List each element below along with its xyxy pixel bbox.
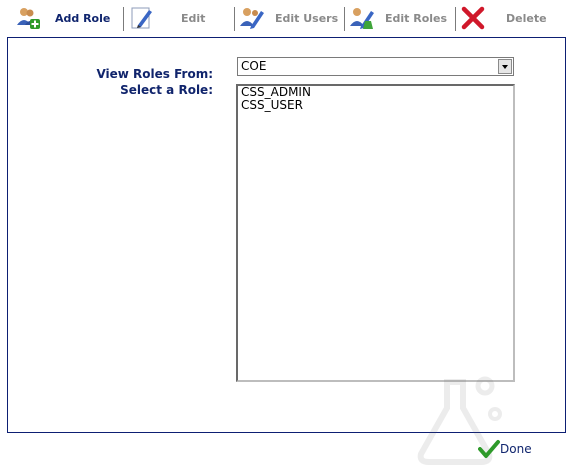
add-role-button[interactable]: Add Role (15, 0, 110, 36)
edit-roles-icon (350, 8, 374, 29)
role-panel: View Roles From: Select a Role: COE CSS_… (7, 37, 566, 433)
add-role-label: Add Role (55, 11, 111, 25)
edit-roles-label: Edit Roles (385, 11, 448, 25)
edit-roles-button[interactable]: Edit Roles (349, 0, 447, 36)
toolbar-separator (234, 7, 235, 31)
edit-label: Edit (181, 11, 206, 25)
edit-users-icon (240, 8, 264, 29)
delete-label: Delete (506, 11, 547, 25)
add-user-icon (17, 8, 40, 29)
checkmark-icon (478, 440, 500, 458)
delete-x-icon (461, 6, 485, 30)
done-label: Done (500, 442, 532, 456)
view-roles-value: COE (241, 59, 267, 73)
view-roles-label: View Roles From: (96, 67, 213, 81)
toolbar-separator (344, 7, 345, 31)
delete-button[interactable]: Delete (460, 0, 547, 36)
view-roles-select[interactable]: COE (237, 57, 514, 76)
done-button[interactable]: Done (478, 436, 532, 462)
edit-users-label: Edit Users (275, 11, 339, 25)
list-item[interactable]: CSS_USER (238, 99, 513, 112)
toolbar-separator (123, 7, 124, 31)
select-role-label: Select a Role: (120, 83, 213, 97)
roles-listbox[interactable]: CSS_ADMIN CSS_USER (236, 84, 515, 382)
edit-users-button[interactable]: Edit Users (239, 0, 338, 36)
toolbar-separator (455, 7, 456, 31)
edit-button[interactable]: Edit (129, 0, 205, 36)
toolbar: Add Role Edit Edit Users Edit Roles Dele… (0, 0, 574, 36)
chevron-down-icon[interactable] (498, 59, 512, 74)
pencil-icon (131, 7, 152, 29)
